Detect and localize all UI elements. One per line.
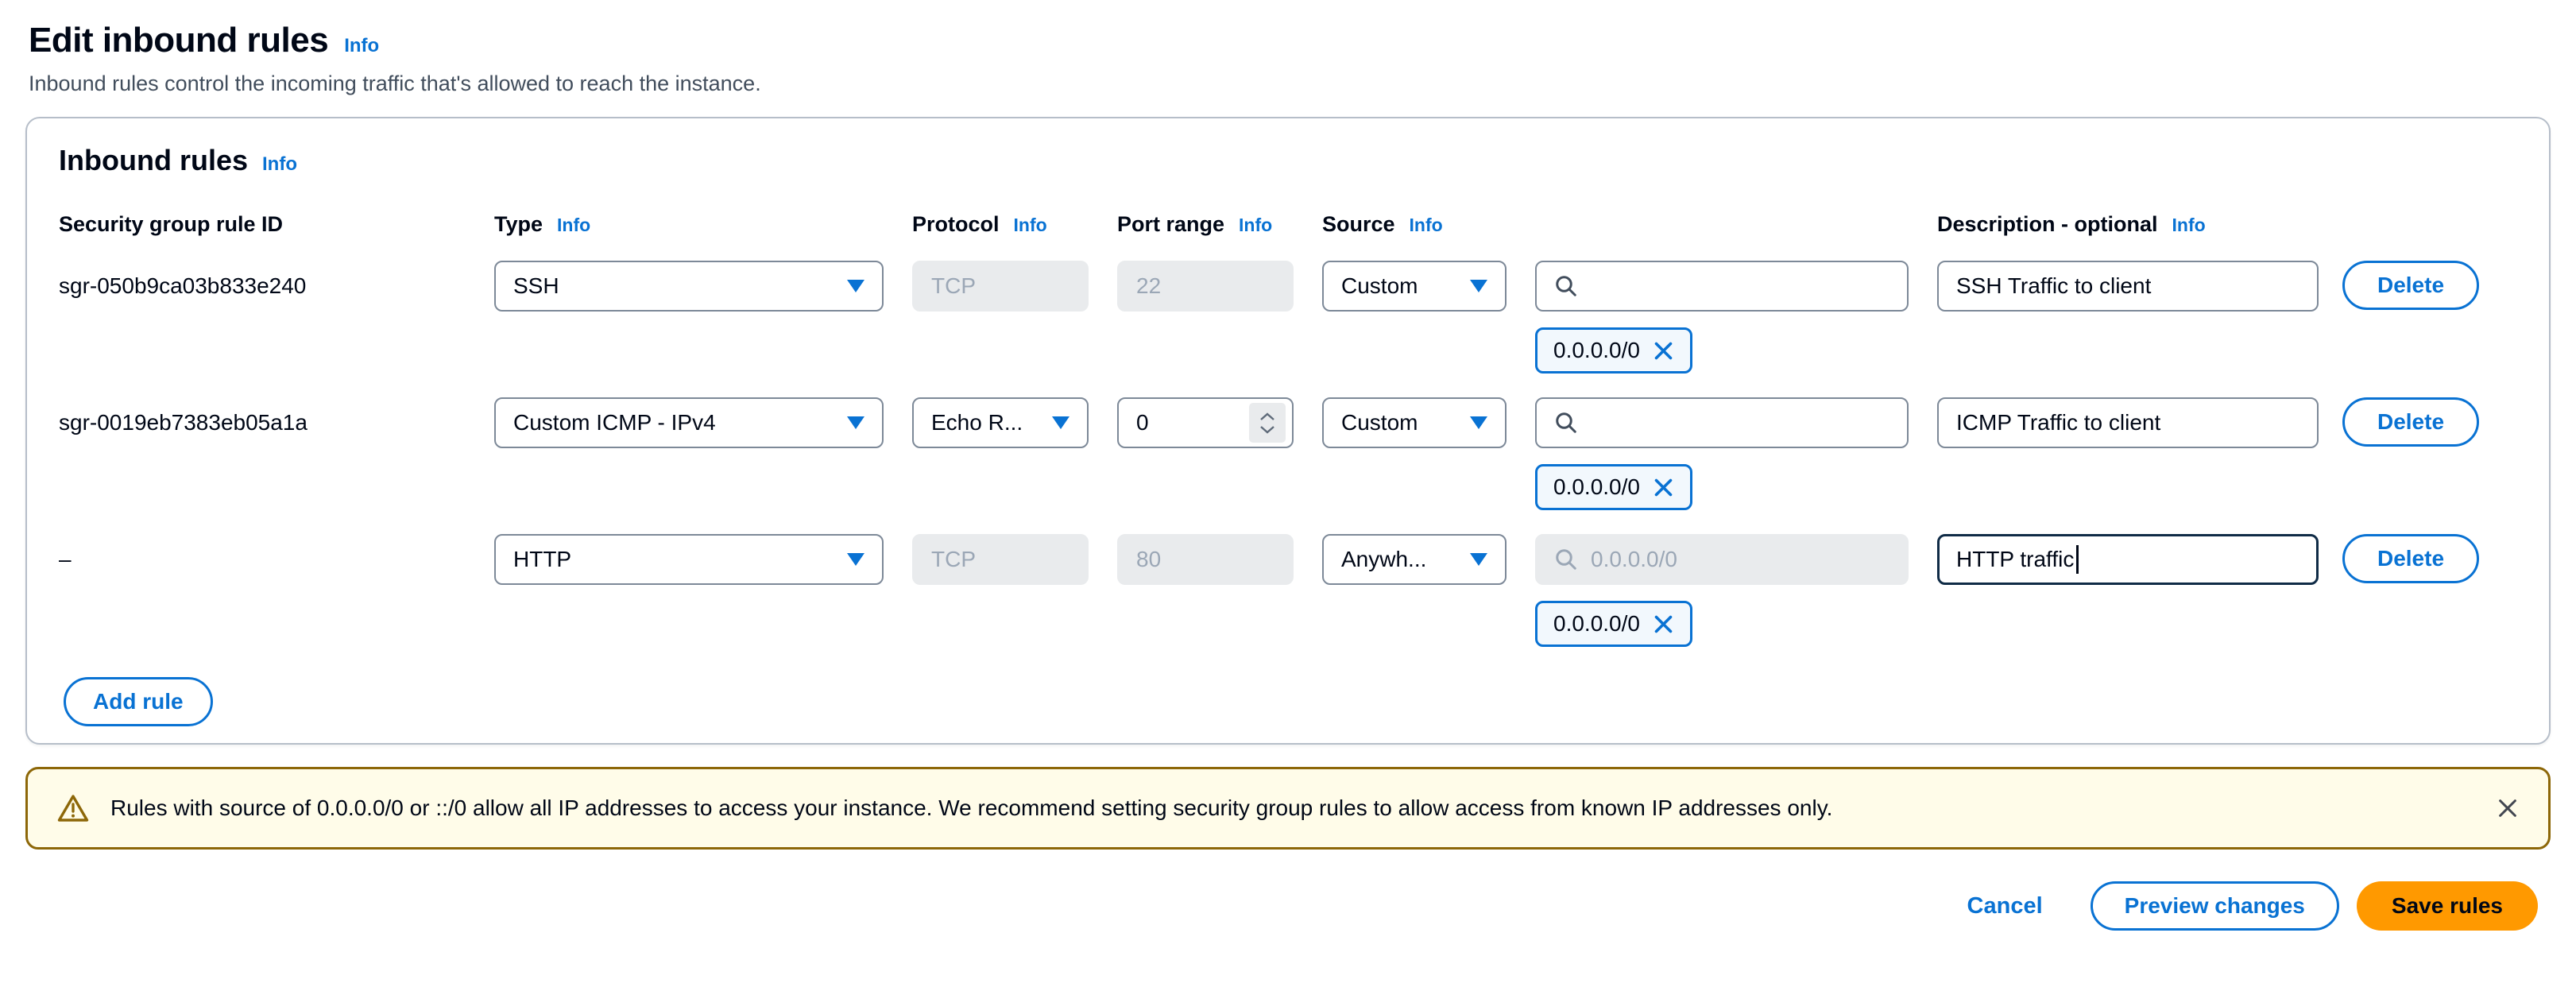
column-type: Type Info <box>494 212 884 237</box>
source-cidr-tag-label: 0.0.0.0/0 <box>1553 338 1640 363</box>
chevron-down-icon <box>847 416 864 429</box>
type-select[interactable]: SSH <box>494 261 884 312</box>
source-cidr-tag: 0.0.0.0/0 <box>1535 464 1692 510</box>
type-select-value: Custom ICMP - IPv4 <box>513 410 716 435</box>
type-select-value: HTTP <box>513 547 571 572</box>
protocol-field-disabled: TCP <box>912 261 1089 312</box>
source-cidr-tag-label: 0.0.0.0/0 <box>1553 474 1640 500</box>
protocol-field-disabled: TCP <box>912 534 1089 585</box>
chevron-down-icon <box>1052 416 1069 429</box>
port-field-disabled: 80 <box>1117 534 1294 585</box>
number-stepper[interactable] <box>1249 403 1286 443</box>
delete-rule-button[interactable]: Delete <box>2342 261 2479 310</box>
source-type-value: Anywh... <box>1341 547 1426 572</box>
column-source-label: Source <box>1322 212 1395 237</box>
port-number-input[interactable]: 0 <box>1117 397 1294 448</box>
remove-tag-icon[interactable] <box>1653 340 1674 362</box>
footer-actions: Cancel Preview changes Save rules <box>25 881 2551 931</box>
page-title-info-link[interactable]: Info <box>344 35 379 57</box>
warning-banner: Rules with source of 0.0.0.0/0 or ::/0 a… <box>25 767 2551 850</box>
rule-id-text: sgr-0019eb7383eb05a1a <box>59 397 494 448</box>
search-icon <box>1554 411 1578 435</box>
stepper-up-icon <box>1259 412 1275 421</box>
stepper-down-icon <box>1259 425 1275 434</box>
type-select[interactable]: Custom ICMP - IPv4 <box>494 397 884 448</box>
column-port-range-info-link[interactable]: Info <box>1239 215 1272 236</box>
preview-changes-button[interactable]: Preview changes <box>2091 881 2339 931</box>
remove-tag-icon[interactable] <box>1653 477 1674 498</box>
source-type-select[interactable]: Custom <box>1322 261 1507 312</box>
column-rule-id-label: Security group rule ID <box>59 212 283 237</box>
column-port-range-label: Port range <box>1117 212 1224 237</box>
add-rule-button[interactable]: Add rule <box>64 677 213 726</box>
chevron-down-icon <box>1470 553 1487 566</box>
rule-row-icmp: sgr-0019eb7383eb05a1a Custom ICMP - IPv4… <box>59 397 2517 510</box>
source-type-select[interactable]: Anywh... <box>1322 534 1507 585</box>
column-description: Description - optional Info <box>1937 212 2319 237</box>
panel-header: Inbound rules Info <box>59 144 2517 177</box>
warning-icon <box>56 793 90 823</box>
port-field-disabled: 22 <box>1117 261 1294 312</box>
column-source-info-link[interactable]: Info <box>1410 215 1443 236</box>
column-description-info-link[interactable]: Info <box>2172 215 2206 236</box>
column-header-row: Security group rule ID Type Info Protoco… <box>59 212 2517 237</box>
protocol-select[interactable]: Echo R... <box>912 397 1089 448</box>
save-rules-button[interactable]: Save rules <box>2357 881 2538 931</box>
inbound-rules-panel: Inbound rules Info Security group rule I… <box>25 117 2551 745</box>
chevron-down-icon <box>847 280 864 292</box>
close-icon[interactable] <box>2496 796 2520 820</box>
column-port-range: Port range Info <box>1117 212 1294 237</box>
panel-title: Inbound rules <box>59 144 248 177</box>
column-type-info-link[interactable]: Info <box>557 215 590 236</box>
source-cidr-tag: 0.0.0.0/0 <box>1535 601 1692 647</box>
column-source: Source Info <box>1322 212 1507 237</box>
source-type-value: Custom <box>1341 410 1418 435</box>
column-rule-id: Security group rule ID <box>59 212 494 237</box>
panel-title-info-link[interactable]: Info <box>262 153 297 176</box>
type-select[interactable]: HTTP <box>494 534 884 585</box>
edit-inbound-rules-page: Edit inbound rules Info Inbound rules co… <box>0 0 2576 931</box>
page-header: Edit inbound rules Info <box>25 21 2551 60</box>
remove-tag-icon[interactable] <box>1653 613 1674 635</box>
delete-rule-button[interactable]: Delete <box>2342 397 2479 447</box>
source-search-input[interactable] <box>1535 397 1909 448</box>
chevron-down-icon <box>847 553 864 566</box>
chevron-down-icon <box>1470 416 1487 429</box>
source-type-select[interactable]: Custom <box>1322 397 1507 448</box>
column-protocol-label: Protocol <box>912 212 1000 237</box>
rule-id-text: sgr-050b9ca03b833e240 <box>59 261 494 312</box>
cancel-button[interactable]: Cancel <box>1967 893 2043 919</box>
search-icon <box>1554 548 1578 571</box>
rule-row-ssh: sgr-050b9ca03b833e240 SSH TCP 22 Custom <box>59 261 2517 374</box>
port-number-value: 0 <box>1136 410 1149 435</box>
column-description-label: Description - optional <box>1937 212 2158 237</box>
page-subtitle: Inbound rules control the incoming traff… <box>25 72 2551 96</box>
rule-id-text: – <box>59 534 494 585</box>
column-protocol: Protocol Info <box>912 212 1089 237</box>
chevron-down-icon <box>1470 280 1487 292</box>
rule-row-http: – HTTP TCP 80 Anywh... <box>59 534 2517 647</box>
warning-message: Rules with source of 0.0.0.0/0 or ::/0 a… <box>110 795 1832 821</box>
source-search-input-disabled: 0.0.0.0/0 <box>1535 534 1909 585</box>
type-select-value: SSH <box>513 273 559 299</box>
text-cursor <box>2076 545 2079 574</box>
column-protocol-info-link[interactable]: Info <box>1014 215 1047 236</box>
source-cidr-tag: 0.0.0.0/0 <box>1535 327 1692 374</box>
description-input[interactable]: ICMP Traffic to client <box>1937 397 2319 448</box>
source-type-value: Custom <box>1341 273 1418 299</box>
source-cidr-tag-label: 0.0.0.0/0 <box>1553 611 1640 637</box>
page-title: Edit inbound rules <box>29 21 328 60</box>
search-icon <box>1554 274 1578 298</box>
protocol-select-value: Echo R... <box>931 410 1023 435</box>
source-search-input[interactable] <box>1535 261 1909 312</box>
description-input-focused[interactable]: HTTP traffic <box>1937 534 2319 585</box>
description-input[interactable]: SSH Traffic to client <box>1937 261 2319 312</box>
column-type-label: Type <box>494 212 543 237</box>
delete-rule-button[interactable]: Delete <box>2342 534 2479 583</box>
description-value: HTTP traffic <box>1956 547 2074 572</box>
source-search-placeholder: 0.0.0.0/0 <box>1591 547 1677 572</box>
